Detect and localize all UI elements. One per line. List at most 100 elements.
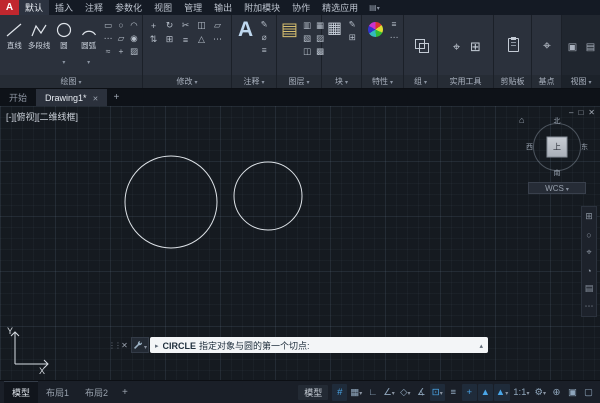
mini-icon[interactable]: ▱ xyxy=(115,32,127,44)
drawn-circle[interactable] xyxy=(234,162,302,230)
workspace-switch-icon[interactable]: ⚙ xyxy=(532,384,548,401)
mini-icon[interactable]: ⋯ xyxy=(210,33,225,46)
new-drawing-button[interactable] xyxy=(107,89,125,106)
graphics-performance-icon[interactable]: ▣ xyxy=(565,384,580,401)
object-snap-tracking-icon[interactable]: ∡ xyxy=(414,384,429,401)
text-tool-icon[interactable]: A xyxy=(235,18,256,40)
mini-icon[interactable]: ✂ xyxy=(178,19,193,32)
mini-icon[interactable]: ◫ xyxy=(301,45,313,57)
mini-icon[interactable]: ◠ xyxy=(128,19,140,31)
viewcube-east[interactable]: 东 xyxy=(581,142,588,152)
mini-icon[interactable]: ◔ xyxy=(583,264,595,277)
file-tab-start[interactable]: 开始 xyxy=(0,89,36,106)
group-icon[interactable] xyxy=(415,39,427,51)
wcs-selector[interactable]: WCS xyxy=(528,182,586,194)
interface-grid-icon[interactable]: ▤ xyxy=(369,3,380,12)
object-snap-icon[interactable]: ⊡ xyxy=(430,384,445,401)
layout-tab[interactable]: 布局2 xyxy=(77,381,116,403)
mini-icon[interactable]: ○ xyxy=(583,228,595,241)
layer-properties-icon[interactable]: ▤ xyxy=(280,18,299,38)
annotate-panel-footer[interactable]: 注释 xyxy=(232,75,276,88)
view-panel-footer[interactable]: 视图 xyxy=(562,75,600,88)
mini-icon[interactable]: ⊞ xyxy=(162,33,177,46)
annotation-scale-button[interactable]: 1:1 xyxy=(511,384,531,401)
mini-icon[interactable]: ▤ xyxy=(583,282,595,295)
viewcube[interactable]: ⌂ 北 南 西 东 上 xyxy=(528,118,586,176)
mini-icon[interactable]: ⊞ xyxy=(583,210,595,223)
annotation-monitor-icon[interactable]: ⊕ xyxy=(549,384,564,401)
circle-tool-button[interactable]: 圆 xyxy=(53,18,76,69)
mini-icon[interactable]: ⊞ xyxy=(346,31,358,43)
drawn-circle[interactable] xyxy=(125,156,217,248)
mini-icon[interactable]: ▭ xyxy=(102,19,114,31)
annotation-autoscale-icon[interactable]: ▲ xyxy=(494,384,510,401)
ribbon-tab[interactable]: 默认 xyxy=(19,0,49,15)
basepoint-panel-footer[interactable]: 基点 xyxy=(532,75,561,88)
modify-panel-footer[interactable]: 修改 xyxy=(143,75,231,88)
layout-tab[interactable]: 模型 xyxy=(4,381,38,403)
mini-icon[interactable]: ○ xyxy=(115,19,127,31)
mini-icon[interactable]: ▱ xyxy=(210,19,225,32)
ortho-icon[interactable]: ∟ xyxy=(365,384,380,401)
ribbon-tab[interactable]: 参数化 xyxy=(109,0,148,15)
draw-panel-footer[interactable]: 绘图 xyxy=(0,75,142,88)
mini-icon[interactable]: ⊞ xyxy=(467,38,484,56)
mini-icon[interactable]: ▧ xyxy=(301,32,313,44)
viewcube-north[interactable]: 北 xyxy=(554,116,561,126)
isodraft-icon[interactable]: ◇ xyxy=(398,384,413,401)
clipboard-panel-footer[interactable]: 剪贴板 xyxy=(494,75,531,88)
polyline-tool-button[interactable]: 多段线 xyxy=(28,18,51,50)
mini-icon[interactable]: △ xyxy=(194,33,209,46)
ribbon-tab[interactable]: 管理 xyxy=(178,0,208,15)
mini-icon[interactable]: ▥ xyxy=(301,19,313,31)
mini-icon[interactable]: ⋯ xyxy=(388,31,400,43)
mini-icon[interactable]: ⋯ xyxy=(583,300,595,313)
mini-icon[interactable]: ↻ xyxy=(162,19,177,32)
block-panel-footer[interactable]: 块 xyxy=(322,75,361,88)
viewcube-west[interactable]: 西 xyxy=(526,142,533,152)
expand-history-icon[interactable] xyxy=(479,340,483,350)
app-logo-icon[interactable]: A xyxy=(0,0,19,15)
drawing-canvas[interactable]: [-][俯视][二维线框] –□✕ ⌂ 北 南 西 东 上 WCS ⊞○⌖◔▤⋯… xyxy=(0,106,600,380)
mini-icon[interactable]: ◫ xyxy=(194,19,209,32)
clipboard-icon[interactable] xyxy=(508,38,519,52)
snap-mode-icon[interactable]: ▦ xyxy=(348,384,364,401)
ribbon-tab[interactable]: 注释 xyxy=(79,0,109,15)
mini-icon[interactable]: + xyxy=(146,19,161,32)
layers-panel-footer[interactable]: 图层 xyxy=(277,75,321,88)
chevron-down-icon[interactable] xyxy=(87,51,90,69)
mini-icon[interactable]: + xyxy=(115,45,127,57)
annotation-visibility-icon[interactable]: ▲ xyxy=(478,384,493,401)
polar-tracking-icon[interactable]: ∠ xyxy=(381,384,397,401)
mini-icon[interactable]: ≡ xyxy=(388,18,400,30)
mini-icon[interactable]: ▨ xyxy=(128,45,140,57)
mini-icon[interactable]: ⌀ xyxy=(258,31,270,43)
ribbon-tab[interactable]: 输出 xyxy=(208,0,238,15)
dynamic-input-icon[interactable]: + xyxy=(462,384,477,401)
color-wheel-icon[interactable] xyxy=(368,22,383,37)
ribbon-tab[interactable]: 视图 xyxy=(148,0,178,15)
mini-icon[interactable]: ✎ xyxy=(346,18,358,30)
mini-icon[interactable]: ▤ xyxy=(584,40,598,54)
utilities-panel-footer[interactable]: 实用工具 xyxy=(438,75,493,88)
model-space-button[interactable]: 模型 xyxy=(298,385,328,400)
mini-icon[interactable]: ≈ xyxy=(102,45,114,57)
mini-icon[interactable]: ✎ xyxy=(258,18,270,30)
ribbon-tab[interactable]: 附加模块 xyxy=(238,0,286,15)
clean-screen-icon[interactable]: ▢ xyxy=(581,384,596,401)
insert-block-icon[interactable]: ▦ xyxy=(325,18,344,37)
drag-handle-icon[interactable] xyxy=(110,337,118,353)
ribbon-tab[interactable]: 插入 xyxy=(49,0,79,15)
close-icon[interactable] xyxy=(93,93,99,103)
ribbon-tab[interactable]: 精选应用 xyxy=(316,0,364,15)
file-tab-drawing1[interactable]: Drawing1* xyxy=(36,89,107,106)
mini-icon[interactable]: ≡ xyxy=(178,33,193,46)
mini-icon[interactable]: ⋯ xyxy=(102,32,114,44)
snap-grid-icon[interactable]: # xyxy=(332,384,347,401)
mini-icon[interactable]: ⌖ xyxy=(583,246,595,259)
mini-icon[interactable]: ⌖ xyxy=(448,38,465,56)
basepoint-icon[interactable]: ⌖ xyxy=(543,37,551,54)
mini-icon[interactable]: ≡ xyxy=(258,44,270,56)
chevron-down-icon[interactable] xyxy=(62,51,65,69)
mini-icon[interactable]: ⇅ xyxy=(146,33,161,46)
